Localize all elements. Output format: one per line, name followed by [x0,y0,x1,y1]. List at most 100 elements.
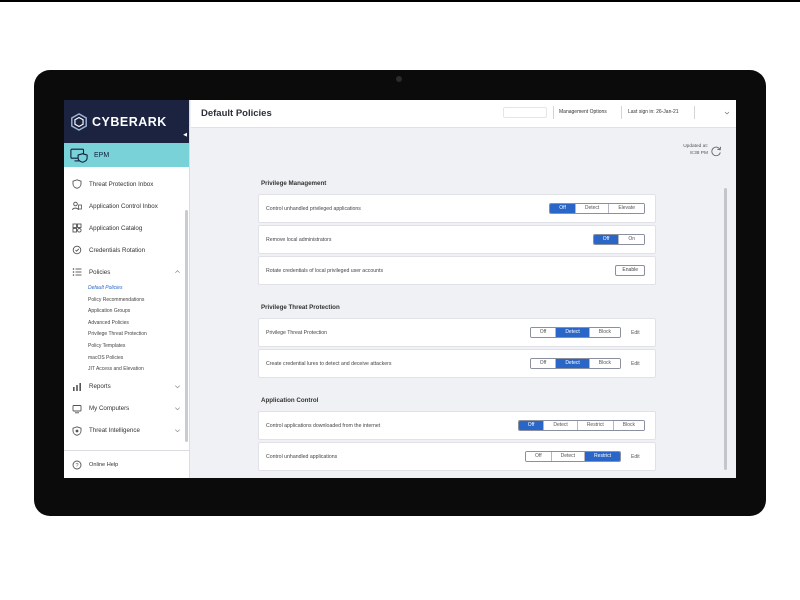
policies-submenu: Default Policies Policy Recommendations … [64,283,189,376]
svg-text:?: ? [75,463,78,469]
sidebar-item-application-catalog[interactable]: Application Catalog [64,217,189,239]
option-off-button[interactable]: Off [550,204,575,213]
header-divider [621,106,622,119]
policy-label: Control unhandled applications [266,453,338,460]
updated-label: Updated at: [683,144,708,149]
epm-shield-icon [70,148,88,163]
refresh-icon[interactable] [710,145,722,157]
policy-row-unhandled-apps: Control unhandled applications Off Detec… [258,442,656,471]
chevron-down-icon[interactable] [724,110,730,116]
management-options-link[interactable]: Management Options [559,109,607,115]
option-detect-button[interactable]: Detect [555,359,589,368]
sidebar-item-label: Reports [89,383,111,391]
sidebar-item-threat-protection-inbox[interactable]: Threat Protection Inbox [64,173,189,195]
mode-toggle: Off Detect Restrict [525,451,621,462]
submenu-item-macos-policies[interactable]: macOS Policies [88,353,189,365]
option-off-button[interactable]: Off [526,452,551,461]
option-restrict-button[interactable]: Restrict [584,452,620,461]
policies-content: Privilege Management Control unhandled p… [191,162,736,478]
users-icon [72,201,82,211]
mode-toggle: Off Detect Block [529,358,621,369]
mode-toggle: Off Detect Restrict Block [517,420,645,431]
submenu-item-policy-templates[interactable]: Policy Templates [88,341,189,353]
list-icon [72,268,82,276]
brand-name: CYBERARK [92,114,167,129]
submenu-item-privilege-threat-protection[interactable]: Privilege Threat Protection [88,329,189,341]
submenu-item-policy-recommendations[interactable]: Policy Recommendations [88,295,189,307]
header-divider [694,106,695,119]
sidebar-scrollbar[interactable] [185,210,188,442]
content-scrollbar[interactable] [724,188,727,470]
mode-toggle: Off On [592,234,645,245]
sidebar-item-threat-intelligence[interactable]: Threat Intelligence [64,420,189,442]
sidebar-item-reports[interactable]: Reports [64,376,189,398]
option-off-button[interactable]: Off [530,328,556,337]
cyberark-logo-icon [71,112,87,131]
submenu-item-default-policies[interactable]: Default Policies [88,283,189,295]
option-elevate-button[interactable]: Elevate [608,204,644,213]
online-help-link[interactable]: ? Online Help [64,450,190,478]
chevron-up-icon[interactable] [174,268,181,275]
threat-intelligence-icon [72,426,82,436]
option-detect-button[interactable]: Detect [555,328,589,337]
reports-icon [73,382,81,391]
policy-row-downloaded-apps: Control applications downloaded from the… [258,411,656,440]
policy-label: Control applications downloaded from the… [266,422,381,429]
submenu-item-application-groups[interactable]: Application Groups [88,306,189,318]
edit-link[interactable]: Edit [631,454,645,460]
product-label: EPM [94,151,110,159]
policy-label: Create credential lures to detect and de… [266,360,392,367]
option-restrict-button[interactable]: Restrict [576,421,613,430]
policy-row-remove-local-admins: Remove local administrators Off On [258,225,656,254]
enable-button[interactable]: Enable [615,265,645,276]
policy-label: Remove local administrators [266,236,332,243]
option-block-button[interactable]: Block [588,359,620,368]
sidebar-item-application-control-inbox[interactable]: Application Control Inbox [64,195,189,217]
sidebar-item-label: Threat Protection Inbox [89,180,154,188]
policy-controls: Off Detect Restrict Edit [525,451,645,462]
submenu-item-advanced-policies[interactable]: Advanced Policies [88,318,189,330]
top-border-line [0,0,800,2]
policy-controls: Off Detect Block Edit [529,358,645,369]
section-title-privilege-threat-protection: Privilege Threat Protection [261,304,340,311]
chevron-down-icon[interactable] [174,405,181,412]
updated-at: Updated at: 8:38 PM [668,143,708,157]
option-detect-button[interactable]: Detect [550,452,585,461]
catalog-icon [72,223,82,233]
option-off-button[interactable]: Off [593,235,619,244]
chevron-down-icon[interactable] [174,427,181,434]
app-screen: CYBERARK ◀ EPM Threat Protection Inbox A… [64,100,736,478]
rotation-icon [72,245,82,255]
option-block-button[interactable]: Block [588,328,620,337]
policy-controls: Enable [615,265,645,276]
policy-controls: Off Detect Restrict Block [517,420,645,431]
sidebar-item-label: Application Control Inbox [89,202,158,210]
policy-row-rotate-credentials: Rotate credentials of local privileged u… [258,256,656,285]
submenu-item-jit-access[interactable]: JIT Access and Elevation [88,364,189,376]
edit-link[interactable]: Edit [631,361,645,367]
top-header: Default Policies Management Options Last… [191,100,736,128]
policy-controls: Off Detect Block Edit [529,327,645,338]
sidebar-item-credentials-rotation[interactable]: Credentials Rotation [64,239,189,261]
section-title-application-control: Application Control [261,397,319,404]
product-selector[interactable]: EPM [64,143,189,167]
sidebar-item-my-computers[interactable]: My Computers [64,398,189,420]
sidebar-nav: Threat Protection Inbox Application Cont… [64,167,189,442]
camera-icon [396,76,402,82]
option-detect-button[interactable]: Detect [574,204,609,213]
sidebar-item-policies[interactable]: Policies [64,261,189,283]
sidebar: CYBERARK ◀ EPM Threat Protection Inbox A… [64,100,190,478]
edit-link[interactable]: Edit [631,330,645,336]
option-off-button[interactable]: Off [518,421,544,430]
chevron-down-icon[interactable] [174,383,181,390]
collapse-sidebar-icon[interactable]: ◀ [183,132,187,138]
header-search-box[interactable] [503,107,547,118]
policy-controls: Off On [592,234,645,245]
option-off-button[interactable]: Off [530,359,556,368]
mode-toggle: Off Detect Block [529,327,621,338]
option-on-button[interactable]: On [618,235,644,244]
option-detect-button[interactable]: Detect [543,421,577,430]
sidebar-item-label: Threat Intelligence [89,427,140,435]
last-sign-in: Last sign in: 26-Jan-21 [628,109,679,115]
option-block-button[interactable]: Block [612,421,644,430]
